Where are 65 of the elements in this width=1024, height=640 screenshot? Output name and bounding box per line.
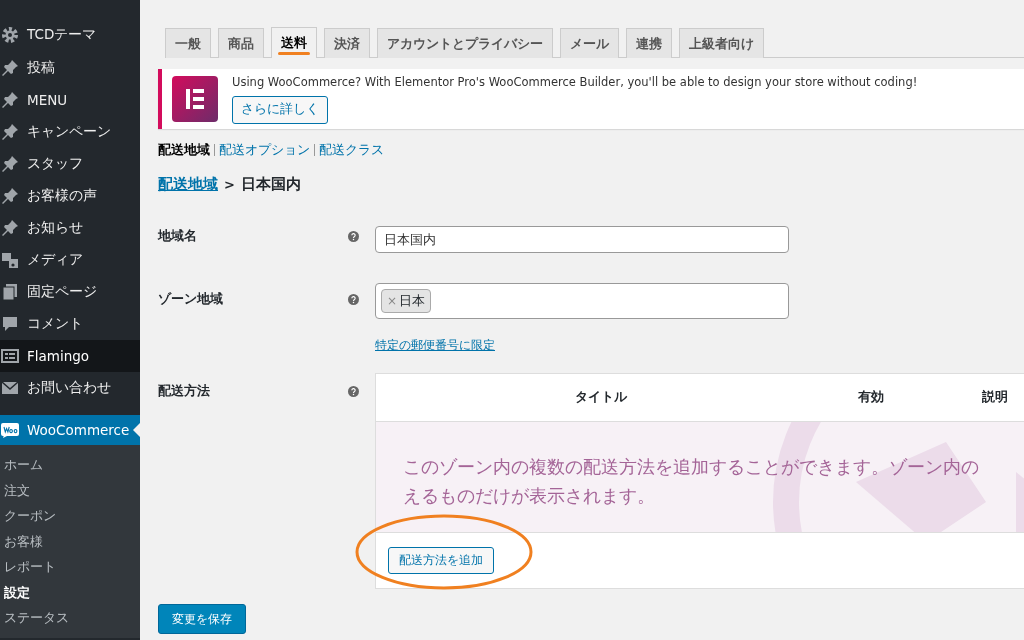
help-icon[interactable] [348, 386, 359, 397]
field-label: ゾーン地域 [158, 291, 224, 308]
submenu-item[interactable]: 設定 [0, 579, 140, 605]
column-header: 説明 [981, 389, 1009, 406]
submenu-item[interactable]: ホーム [0, 452, 140, 478]
field-label: 地域名 [158, 228, 198, 245]
zone-name-field[interactable]: 日本国内 [375, 226, 789, 253]
comment-icon [0, 314, 20, 334]
sidebar-item[interactable]: MENU [0, 84, 140, 116]
submenu-item[interactable]: レポート [0, 554, 140, 580]
region-tag[interactable]: ×日本 [381, 289, 432, 313]
settings-tab[interactable]: 商品 [218, 28, 264, 58]
pin-icon [0, 154, 20, 174]
sidebar-item[interactable]: お問い合わせ [0, 372, 140, 404]
sidebar-item[interactable]: お客様の声 [0, 180, 140, 212]
settings-tab[interactable]: アカウントとプライバシー [377, 28, 553, 58]
help-icon[interactable] [348, 294, 359, 305]
pin-icon [0, 58, 20, 78]
sidebar-item[interactable]: キャンペーン [0, 116, 140, 148]
divider [214, 144, 215, 156]
field-label: 配送方法 [158, 383, 211, 400]
divider [314, 144, 315, 156]
empty-message-line: このゾーン内の複数の配送方法を追加することができます。ゾーン内の [403, 455, 980, 479]
learn-more-button[interactable]: さらに詳しく [232, 95, 328, 124]
column-header: タイトル [574, 389, 628, 406]
empty-message-line: えるものだけが表示されます。 [403, 484, 656, 508]
settings-tab[interactable]: 一般 [165, 28, 211, 58]
settings-tab[interactable]: 決済 [324, 28, 370, 58]
woo-icon [0, 420, 20, 440]
pin-icon [0, 122, 20, 142]
settings-tab[interactable]: 上級者向け [679, 28, 764, 58]
sidebar-item[interactable]: TCDテーマ [0, 19, 140, 51]
help-icon[interactable] [348, 231, 359, 242]
submenu-item[interactable]: クーポン [0, 503, 140, 529]
pin-icon [0, 186, 20, 206]
sidebar-item[interactable]: WooCommerce [0, 415, 140, 445]
elementor-logo-icon [172, 76, 218, 122]
sidebar-item[interactable]: お知らせ [0, 212, 140, 244]
zone-region-field[interactable]: ×日本 [375, 283, 789, 319]
subnav-link[interactable]: 配送オプション [219, 141, 310, 159]
postcode-limit-link[interactable]: 特定の郵便番号に限定 [375, 338, 495, 353]
settings-tab[interactable]: 送料 [271, 27, 317, 58]
pin-icon [0, 90, 20, 110]
sidebar-item[interactable]: 投稿 [0, 52, 140, 84]
sidebar-item[interactable]: 固定ページ [0, 276, 140, 308]
subnav-link[interactable]: 配送クラス [319, 141, 384, 159]
breadcrumb-link[interactable]: 配送地域 [158, 175, 218, 194]
settings-tab[interactable]: 連携 [626, 28, 672, 58]
sidebar-item[interactable]: スタッフ [0, 148, 140, 180]
list-icon [0, 346, 20, 366]
page-heading: 日本国内 [240, 175, 301, 194]
breadcrumb-separator: > [224, 177, 235, 192]
notice-message: Using WooCommerce? With Elementor Pro's WooCommerce Builder, you'll be able to design your store without coding! [232, 74, 918, 89]
sidebar-item[interactable]: メディア [0, 244, 140, 276]
subnav-link[interactable]: 配送地域 [158, 141, 210, 159]
submenu-item[interactable]: 注文 [0, 477, 140, 503]
add-shipping-method-button[interactable]: 配送方法を追加 [388, 547, 494, 574]
settings-tab[interactable]: メール [560, 28, 619, 58]
column-header: 有効 [857, 389, 885, 406]
sidebar-item[interactable]: コメント [0, 308, 140, 340]
pin-icon [0, 218, 20, 238]
submenu-item[interactable]: お客様 [0, 528, 140, 554]
save-changes-button[interactable]: 変更を保存 [158, 604, 246, 634]
sidebar-item[interactable]: Flamingo [0, 340, 140, 372]
submenu-item[interactable]: ステータス [0, 605, 140, 631]
